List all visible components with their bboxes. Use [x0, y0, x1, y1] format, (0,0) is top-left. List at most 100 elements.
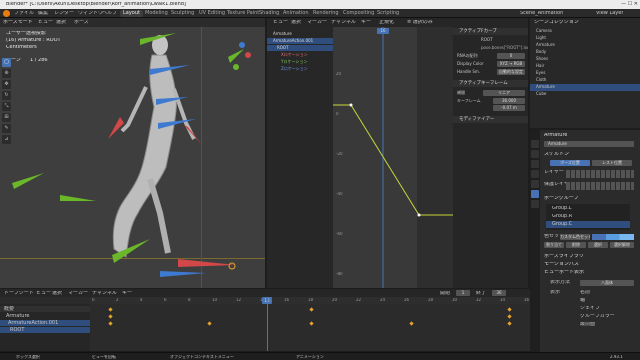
bone-group-item[interactable]: Group.L — [552, 206, 572, 211]
only-selected-filter[interactable]: ≡ 選択のみ — [407, 20, 433, 25]
menu-edit[interactable]: 編集 — [38, 11, 48, 16]
graph-editor[interactable]: ビュー 選択 マーカー チャンネル キー 正規化 ≡ 選択のみ Armature… — [267, 18, 453, 288]
start-frame-field[interactable]: 1 — [456, 290, 470, 296]
assign-button[interactable]: 割り当て — [544, 242, 564, 248]
bone-hand-left[interactable] — [108, 117, 124, 139]
ds-menu-marker[interactable]: マーカー — [68, 291, 88, 296]
armature-data-tab-icon[interactable] — [531, 190, 539, 198]
motion-paths-header[interactable]: モーションパス — [544, 262, 579, 267]
graph-channel-zloc[interactable]: Zロケーション — [267, 66, 333, 72]
graph-plot-area[interactable]: 20 0 -20 -40 -60 -80 16 — [333, 27, 453, 288]
bone-groups-header[interactable]: ボーングループ — [544, 196, 578, 201]
graph-menu-channel[interactable]: チャンネル — [331, 20, 356, 25]
workspace-tab-sculpting[interactable]: Sculpting — [168, 10, 197, 17]
group-colors-checkbox[interactable]: グループカラー — [580, 314, 615, 319]
viewport-menu-view[interactable]: ビュー — [38, 20, 53, 25]
blender-logo-icon[interactable] — [3, 10, 10, 17]
graph-menu-marker[interactable]: マーカー — [307, 20, 327, 25]
viewport-menu-pose[interactable]: ポーズ — [74, 20, 89, 25]
3d-viewport[interactable]: ポーズモード ビュー 選択 ポーズ ユーザー透視投影 (16) Armature… — [0, 18, 265, 288]
graph-channel-xloc[interactable]: Xロケーション — [267, 52, 333, 58]
graph-channel-action[interactable]: ArmatureAction.001 — [267, 38, 333, 44]
viewport-display-header[interactable]: ビューポート表示 — [544, 270, 584, 275]
bone-foot-x[interactable] — [178, 259, 236, 267]
outliner-row[interactable]: Body — [530, 49, 640, 56]
workspace-tab-animation[interactable]: Animation — [280, 10, 312, 17]
active-fcurve-panel-header[interactable]: アクティブFカーブ — [453, 28, 528, 35]
fcurve-key-start[interactable] — [349, 103, 353, 107]
output-tab-icon[interactable] — [531, 160, 539, 168]
interpolation-select[interactable]: リニア — [483, 90, 525, 96]
view-layer-selector[interactable]: View Layer — [596, 11, 623, 16]
keyframe-marker[interactable] — [507, 321, 512, 326]
gizmo-z-icon[interactable] — [239, 42, 245, 48]
keyframe-marker[interactable] — [207, 321, 212, 326]
keyframe-marker[interactable] — [507, 307, 512, 312]
menu-window[interactable]: ウィンドウ — [78, 11, 103, 16]
workspace-tab-layout[interactable]: Layout — [120, 10, 143, 17]
ds-menu-channel[interactable]: チャンネル — [92, 291, 117, 296]
keyframe-marker[interactable] — [108, 321, 113, 326]
keyframe-marker[interactable] — [507, 314, 512, 319]
keyframe-marker[interactable] — [409, 321, 414, 326]
workspace-tab-compositing[interactable]: Compositing — [340, 10, 377, 17]
ds-menu-view[interactable]: ビュー — [36, 291, 51, 296]
skeleton-panel-header[interactable]: スケルトン — [544, 152, 569, 157]
gizmo-x-icon[interactable] — [245, 52, 251, 58]
bone-root-z[interactable] — [160, 271, 206, 277]
keyframe-marker[interactable] — [309, 307, 314, 312]
show-shapes-checkbox[interactable]: シェイプ — [580, 306, 600, 311]
window-controls[interactable]: — ☐ ✕ — [621, 1, 638, 7]
properties-editor[interactable]: Armature Armature スケルトン ポーズ位置 レスト位置 レイヤー… — [530, 130, 640, 360]
graph-channel-yloc[interactable]: Yロケーション — [267, 59, 333, 65]
graph-menu-key[interactable]: キー — [361, 20, 371, 25]
keyframe-value-field[interactable]: -0.07 m — [493, 105, 525, 111]
pose-position-button[interactable]: ポーズ位置 — [550, 160, 590, 166]
fcurve-key-end[interactable] — [417, 213, 421, 217]
outliner-row[interactable]: Cube — [530, 91, 640, 98]
show-names-checkbox[interactable]: 名前 — [580, 290, 590, 295]
character-body[interactable] — [112, 54, 177, 258]
graph-menu-view[interactable]: ビュー — [273, 20, 288, 25]
handle-smoothing-select[interactable]: 自動的な設定 — [497, 69, 525, 75]
3d-cursor-icon[interactable] — [228, 262, 236, 270]
viewport-mode-select[interactable]: ポーズモード — [3, 20, 33, 25]
bone-pole-right[interactable] — [60, 195, 96, 201]
array-index-field[interactable]: 0 — [497, 53, 525, 59]
select-button[interactable]: 選択 — [588, 242, 608, 248]
remove-button[interactable]: 削除 — [566, 242, 586, 248]
outliner-row[interactable]: Eyes — [530, 70, 640, 77]
ds-playhead-line[interactable] — [267, 297, 268, 351]
scene-selector[interactable]: Scene_Animation — [520, 11, 563, 16]
modifiers-panel-header[interactable]: モディファイアー — [453, 116, 528, 123]
bone-group-item-selected[interactable]: Group.C — [546, 221, 630, 228]
tool-tab-icon[interactable] — [531, 140, 539, 148]
render-tab-icon[interactable] — [531, 150, 539, 158]
show-axes-checkbox[interactable]: 軸 — [580, 298, 585, 303]
display-color-select[interactable]: XYZ → RGB — [497, 61, 525, 67]
menu-render[interactable]: レンダー — [54, 11, 74, 16]
bone-tab-icon[interactable] — [531, 200, 539, 208]
dope-sheet-mode[interactable]: ドープシート — [4, 291, 34, 296]
armature-data-field[interactable]: Armature — [544, 141, 634, 147]
protected-layers-grid[interactable] — [566, 182, 634, 190]
normalize-toggle[interactable]: 正規化 — [379, 20, 394, 25]
outliner-row[interactable]: Camera — [530, 28, 640, 35]
outliner-row[interactable]: Shoes — [530, 56, 640, 63]
outliner-row[interactable]: Light — [530, 35, 640, 42]
workspace-tab-scripting[interactable]: Scripting — [374, 10, 402, 17]
keyframe-marker[interactable] — [108, 307, 113, 312]
bone-groups-list[interactable]: Group.L Group.R Group.C — [546, 204, 630, 230]
layers-grid[interactable] — [566, 170, 634, 178]
menu-file[interactable]: ファイル — [14, 11, 34, 16]
ds-channel-root[interactable]: ROOT — [0, 327, 90, 333]
outliner-scene-collection[interactable]: シーンコレクション — [534, 20, 579, 25]
dope-sheet-frame-ruler[interactable]: 0 2 4 6 8 10 12 14 16 18 20 22 24 26 28 … — [90, 297, 530, 304]
color-set-select[interactable]: カスタム色セット — [560, 234, 590, 240]
bone-pole-left[interactable] — [12, 173, 44, 189]
pose-figure[interactable] — [0, 27, 265, 288]
workspace-tab-modeling[interactable]: Modeling — [142, 10, 171, 17]
outliner-row[interactable]: Hair — [530, 63, 640, 70]
outliner-row[interactable]: Cloth — [530, 77, 640, 84]
fcurve-svg[interactable] — [333, 27, 453, 288]
